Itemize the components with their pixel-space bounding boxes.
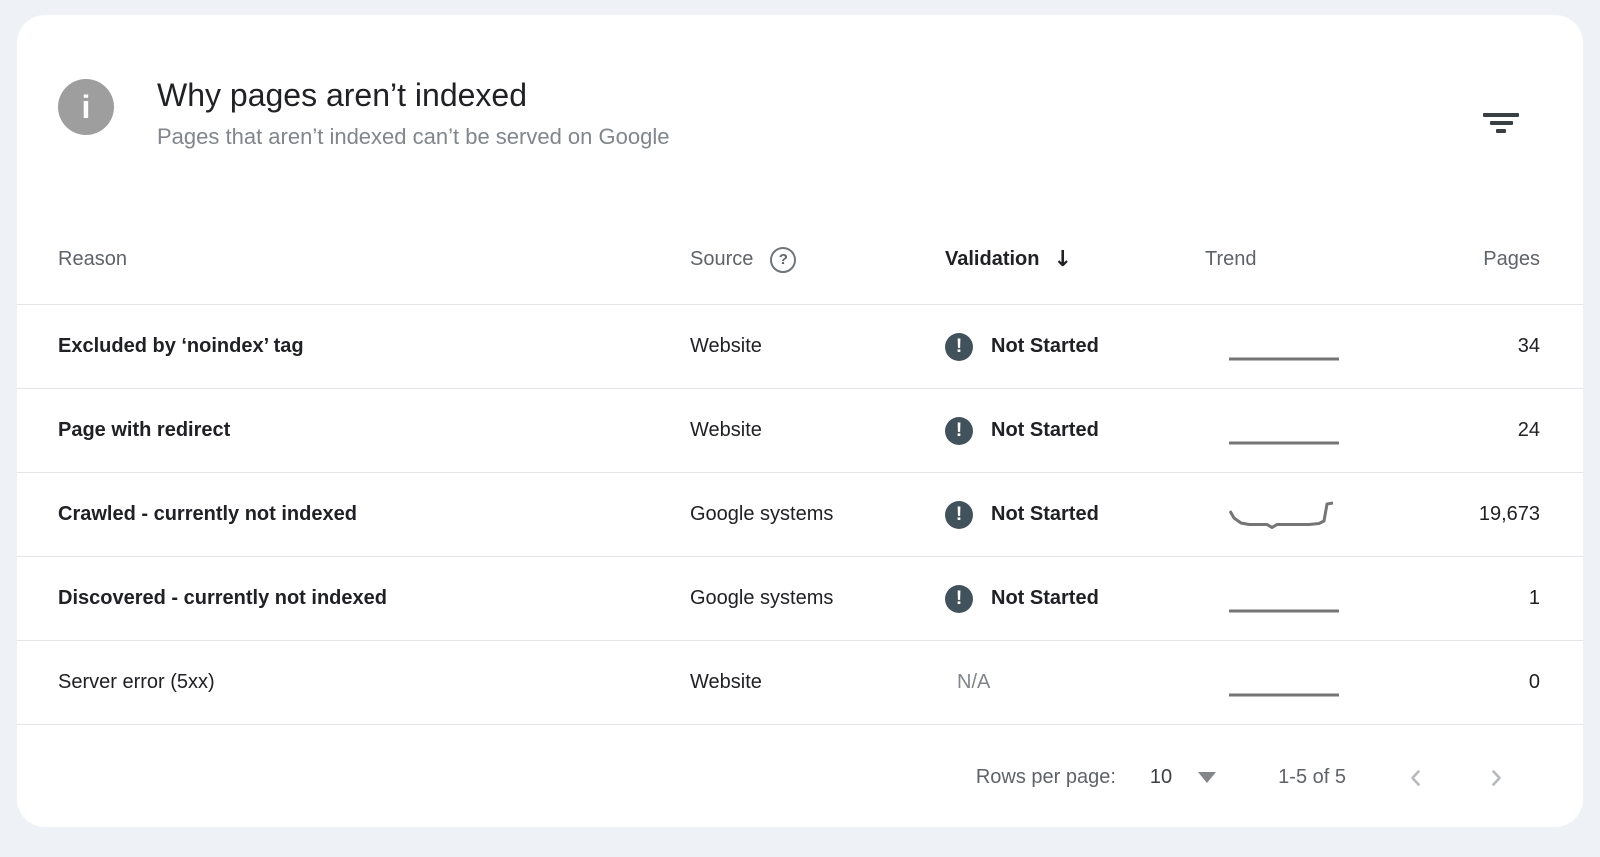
table-row[interactable]: Page with redirect Website ! Not Started… <box>17 389 1583 473</box>
table-row[interactable]: Discovered - currently not indexed Googl… <box>17 557 1583 641</box>
next-page-button[interactable] <box>1484 766 1508 790</box>
validation-pending-icon: ! <box>945 500 973 529</box>
help-icon-glyph: ? <box>778 251 788 268</box>
rows-per-page-value[interactable]: 10 <box>1150 766 1172 789</box>
reason-cell: Page with redirect <box>58 419 231 441</box>
trend-sparkline-flat <box>1229 357 1339 360</box>
validation-pending-icon: ! <box>945 416 973 445</box>
reason-cell: Excluded by ‘noindex’ tag <box>58 335 304 357</box>
column-header-source[interactable]: Source ? <box>690 246 945 273</box>
rows-per-page-dropdown-icon[interactable] <box>1198 772 1217 783</box>
chevron-left-icon <box>1411 769 1420 786</box>
exclamation-glyph: ! <box>955 587 963 609</box>
column-header-trend[interactable]: Trend <box>1205 248 1423 271</box>
help-icon[interactable]: ? <box>770 246 797 273</box>
info-icon: i <box>58 79 114 135</box>
source-cell: Google systems <box>690 587 834 609</box>
page-subtitle: Pages that aren’t indexed can’t be serve… <box>157 124 670 149</box>
table-row[interactable]: Server error (5xx) Website N/A 0 <box>17 641 1583 725</box>
previous-page-button[interactable] <box>1404 766 1428 790</box>
column-header-validation-label: Validation <box>945 248 1040 270</box>
validation-status: Not Started <box>991 587 1099 609</box>
trend-sparkline-flat <box>1229 609 1339 612</box>
validation-cell: N/A <box>945 671 1205 694</box>
filter-icon <box>1496 129 1506 133</box>
header-text: Why pages aren’t indexed Pages that aren… <box>157 75 669 150</box>
reason-cell: Crawled - currently not indexed <box>58 503 357 525</box>
pages-count: 34 <box>1517 335 1540 357</box>
trend-cell <box>1205 332 1423 362</box>
exclamation-glyph: ! <box>955 419 963 441</box>
validation-status: Not Started <box>991 335 1099 357</box>
validation-pending-icon: ! <box>945 584 973 613</box>
validation-pending-icon: ! <box>945 332 973 361</box>
table-header-row: Reason Source ? Validation ↓ Trend Pages <box>17 215 1583 305</box>
filter-icon <box>1483 113 1519 117</box>
pages-count: 19,673 <box>1478 503 1540 525</box>
validation-cell: ! Not Started <box>945 500 1205 529</box>
reason-cell: Server error (5xx) <box>58 671 215 693</box>
validation-status: N/A <box>957 671 991 693</box>
column-header-source-label: Source <box>690 248 754 270</box>
source-cell: Website <box>690 335 762 357</box>
trend-sparkline-dip-spike <box>1229 501 1334 529</box>
sort-descending-icon: ↓ <box>1053 247 1072 272</box>
filter-button[interactable] <box>1477 99 1525 147</box>
rows-per-page-label: Rows per page: <box>975 766 1116 788</box>
column-header-validation[interactable]: Validation ↓ <box>945 247 1205 272</box>
exclamation-glyph: ! <box>955 335 963 357</box>
pages-count: 24 <box>1517 419 1540 441</box>
source-cell: Google systems <box>690 503 834 525</box>
info-icon-glyph: i <box>81 88 91 125</box>
validation-status: Not Started <box>991 419 1099 441</box>
exclamation-glyph: ! <box>955 503 963 525</box>
trend-sparkline-flat <box>1229 693 1339 696</box>
validation-cell: ! Not Started <box>945 416 1205 445</box>
trend-cell <box>1205 668 1423 698</box>
table-footer: Rows per page: 10 1-5 of 5 <box>17 725 1583 827</box>
validation-status: Not Started <box>991 503 1099 525</box>
source-cell: Website <box>690 419 762 441</box>
pages-count: 0 <box>1528 671 1540 693</box>
reason-cell: Discovered - currently not indexed <box>58 587 387 609</box>
trend-cell <box>1205 416 1423 446</box>
trend-sparkline-flat <box>1229 441 1339 444</box>
card-header: i Why pages aren’t indexed Pages that ar… <box>17 15 1583 150</box>
pages-count: 1 <box>1528 587 1540 609</box>
trend-cell <box>1205 584 1423 614</box>
trend-cell <box>1205 500 1423 530</box>
column-header-pages[interactable]: Pages <box>1423 248 1540 271</box>
validation-cell: ! Not Started <box>945 584 1205 613</box>
column-header-reason[interactable]: Reason <box>58 248 690 271</box>
source-cell: Website <box>690 671 762 693</box>
why-pages-arent-indexed-card: i Why pages aren’t indexed Pages that ar… <box>17 15 1583 827</box>
pagination-range: 1-5 of 5 <box>1278 766 1346 788</box>
filter-icon <box>1489 121 1513 125</box>
table-row[interactable]: Crawled - currently not indexed Google s… <box>17 473 1583 557</box>
page-title: Why pages aren’t indexed <box>157 77 527 113</box>
chevron-right-icon <box>1492 769 1501 786</box>
validation-cell: ! Not Started <box>945 332 1205 361</box>
table-row[interactable]: Excluded by ‘noindex’ tag Website ! Not … <box>17 305 1583 389</box>
